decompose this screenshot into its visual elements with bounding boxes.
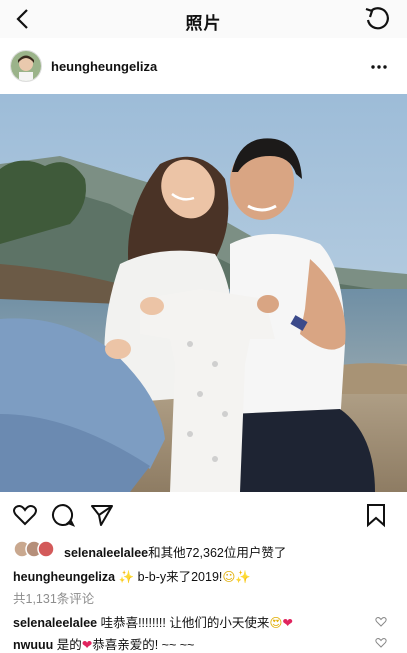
caption-username[interactable]: heungheungeliza	[13, 570, 115, 584]
heart-eyes-emoji-icon: 😍	[269, 615, 283, 630]
sparkle-end-icon: ✨	[235, 569, 251, 584]
likes-suffix: 和其他72,362位用户赞了	[148, 546, 287, 560]
liker-username[interactable]: selenaleelalee	[64, 546, 148, 560]
post-photo[interactable]	[0, 94, 407, 492]
view-comments-link[interactable]: 共1,131条评论	[13, 588, 94, 607]
comment-bubble-icon[interactable]	[50, 502, 76, 528]
refresh-icon[interactable]	[363, 5, 391, 33]
likes-text[interactable]: selenaleelalee和其他72,362位用户赞了	[64, 542, 286, 561]
bookmark-icon[interactable]	[363, 502, 389, 528]
comment-text: 恭喜亲爱的! ~~ ~~	[92, 638, 195, 652]
more-horizontal-icon[interactable]	[371, 65, 387, 69]
post-username[interactable]: heungheungeliza	[51, 59, 157, 74]
heart-outline-icon[interactable]	[12, 502, 38, 528]
photo-illustration	[0, 94, 407, 492]
comment-text: 哇恭喜!!!!!!!! 让他们的小天使来	[97, 616, 270, 630]
top-bar: 照片	[0, 0, 407, 38]
sparkle-icon: ✨	[118, 569, 135, 584]
smile-emoji-icon: ☺	[222, 569, 236, 584]
comment-text: 是的	[53, 638, 82, 652]
comment-item: nwuuu 是的❤恭喜亲爱的! ~~ ~~	[13, 634, 194, 653]
action-bar	[0, 492, 407, 538]
page-title: 照片	[185, 14, 222, 33]
post-caption: heungheungeliza ✨ b-b-y来了2019!☺✨	[13, 566, 251, 585]
paper-plane-icon[interactable]	[89, 502, 115, 528]
likes-row: selenaleelalee和其他72,362位用户赞了	[0, 538, 407, 562]
avatar[interactable]	[10, 50, 42, 82]
liker-avatars[interactable]	[13, 540, 59, 558]
comment-like-icon[interactable]	[375, 616, 387, 627]
post-header: heungheungeliza	[0, 38, 407, 94]
caption-text: b-b-y来了2019!	[134, 570, 223, 584]
comment-username[interactable]: nwuuu	[13, 638, 53, 652]
red-heart-icon: ❤	[282, 615, 293, 630]
comment-like-icon[interactable]	[375, 637, 387, 648]
comment-username[interactable]: selenaleelalee	[13, 616, 97, 630]
red-heart-icon: ❤	[81, 637, 93, 652]
comment-item: selenaleelalee 哇恭喜!!!!!!!! 让他们的小天使来😍❤	[13, 612, 293, 631]
